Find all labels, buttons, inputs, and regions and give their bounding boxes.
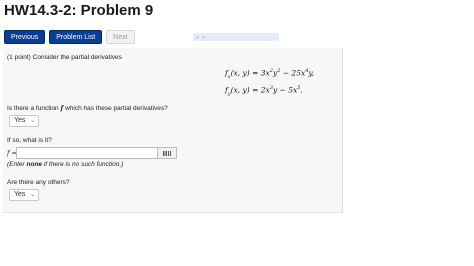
chevron-down-icon: ⌄ [29, 118, 35, 124]
exists-select-value: Yes [14, 117, 26, 124]
entry-hint: (Enter none if there is no such function… [7, 161, 123, 169]
entry-hint-post: if there is no such function.) [42, 161, 124, 168]
entry-hint-none: none [26, 161, 43, 168]
fx-equation: fx(x, y) = 3x2y2 − 25x4y, [225, 68, 314, 80]
problem-nav: Previous Problem List Next [4, 30, 135, 44]
faded-banner [193, 33, 279, 41]
question-others: Are there any others? [7, 179, 70, 186]
entry-hint-pre: (Enter [7, 161, 27, 168]
others-select[interactable]: Yes ⌄ [9, 189, 39, 201]
faded-icon [196, 35, 199, 39]
equation-editor-button[interactable] [158, 147, 177, 159]
exists-select[interactable]: Yes ⌄ [9, 115, 39, 127]
fy-tail: . [300, 85, 303, 95]
fy-mid1: y − 5x [272, 85, 298, 95]
problem-intro: (1 point) Consider the partial derivativ… [7, 54, 122, 61]
problem-list-button[interactable]: Problem List [49, 30, 103, 44]
question-exists: Is there a function f which has these pa… [7, 104, 168, 113]
chevron-down-icon: ⌄ [29, 192, 35, 198]
faded-icon [202, 35, 205, 39]
question-exists-post: which has these partial derivatives? [63, 105, 168, 112]
others-select-value: Yes [14, 191, 26, 198]
keypad-icon [163, 151, 171, 156]
question-what: If so, what is it? [7, 137, 52, 144]
page-title: HW14.3-2: Problem 9 [4, 2, 154, 19]
fx-tail: y, [308, 68, 315, 78]
function-answer-input[interactable] [16, 147, 158, 159]
fx-mid2: − 25x [280, 68, 306, 78]
next-button[interactable]: Next [106, 30, 135, 44]
question-exists-pre: Is there a function [7, 105, 61, 112]
fy-args: (x, y) = 2x [230, 85, 270, 95]
fy-equation: fy(x, y) = 2x3y − 5x5. [225, 85, 303, 97]
problem-panel: (1 point) Consider the partial derivativ… [3, 48, 343, 213]
fx-args: (x, y) = 3x [230, 68, 270, 78]
previous-button[interactable]: Previous [4, 30, 46, 44]
